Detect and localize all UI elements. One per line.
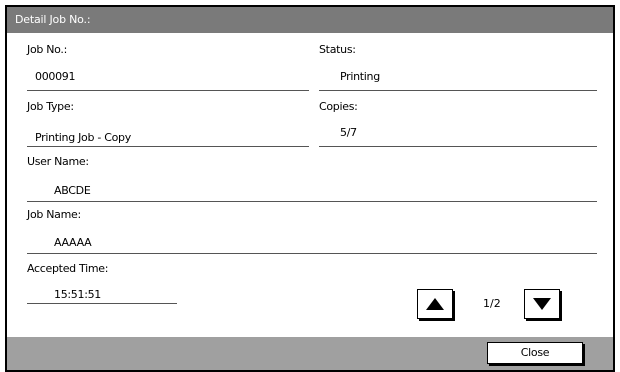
triangle-up-icon	[426, 298, 444, 310]
dialog-footer: Close	[7, 337, 613, 370]
job-detail-dialog: Detail Job No.: Job No.: 000091 Status: …	[5, 5, 615, 372]
accepted-time-value: 15:51:51	[54, 288, 102, 301]
job-type-value: Printing Job - Copy	[35, 131, 131, 144]
dialog-title: Detail Job No.:	[15, 13, 91, 26]
page-down-button[interactable]	[524, 289, 560, 319]
copies-underline	[319, 146, 597, 147]
triangle-down-icon	[533, 298, 551, 310]
user-name-underline	[27, 201, 597, 202]
page-up-button[interactable]	[417, 289, 453, 319]
user-name-value: ABCDE	[54, 184, 91, 197]
job-no-value: 000091	[35, 70, 76, 83]
job-type-label: Job Type:	[27, 100, 74, 113]
close-button[interactable]: Close	[487, 342, 583, 364]
page-indicator: 1/2	[483, 297, 501, 310]
job-type-underline	[27, 146, 309, 147]
copies-value: 5/7	[340, 126, 357, 139]
copies-label: Copies:	[319, 100, 358, 113]
dialog-titlebar: Detail Job No.:	[7, 7, 613, 33]
job-name-underline	[27, 253, 597, 254]
job-no-underline	[27, 90, 309, 91]
job-no-label: Job No.:	[27, 43, 68, 56]
status-label: Status:	[319, 43, 356, 56]
job-name-value: AAAAA	[54, 236, 92, 249]
status-underline	[319, 90, 597, 91]
job-name-label: Job Name:	[27, 208, 81, 221]
accepted-time-underline	[27, 303, 177, 304]
user-name-label: User Name:	[27, 155, 89, 168]
accepted-time-label: Accepted Time:	[27, 262, 109, 275]
status-value: Printing	[340, 70, 380, 83]
